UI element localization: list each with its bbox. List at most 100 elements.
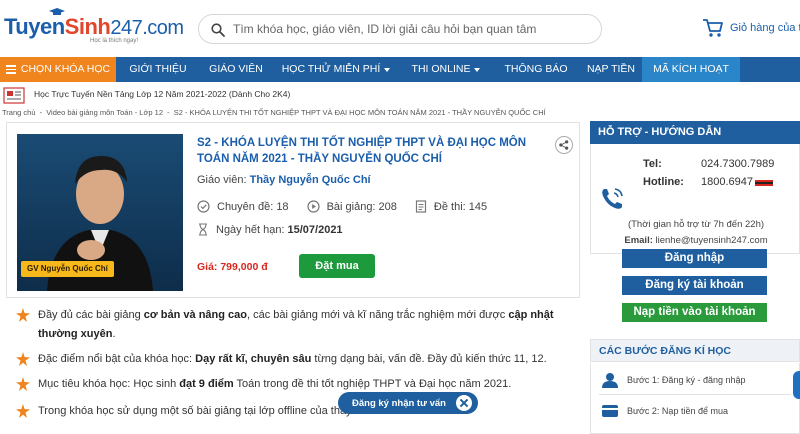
newspaper-icon — [3, 87, 25, 104]
payment-card-icon — [602, 405, 618, 417]
orange-star-icon — [16, 377, 30, 391]
description-item: Đầy đủ các bài giảng cơ bản và nâng cao,… — [14, 306, 582, 346]
desc-bold: cơ bản và nâng cao — [143, 309, 247, 321]
steps-heading: CÁC BƯỚC ĐĂNG KÍ HỌC — [590, 339, 800, 362]
support-heading: HỖ TRỢ - HƯỚNG DẪN — [590, 121, 800, 144]
course-expiry: Ngày hết hạn: 15/07/2021 — [197, 223, 343, 236]
nav-free-trial[interactable]: HỌC THỬ MIỄN PHÍ — [272, 57, 400, 82]
nav-top-up[interactable]: NẠP TIỀN — [580, 57, 642, 82]
divider — [599, 394, 791, 395]
logo-part2: Sinh — [64, 14, 111, 39]
nav-label: CHỌN KHÓA HỌC — [20, 63, 111, 75]
shopping-cart-icon — [703, 19, 723, 37]
tel-value[interactable]: 024.7300.7989 — [701, 158, 774, 170]
search-input[interactable] — [233, 17, 593, 41]
search-icon[interactable] — [211, 23, 225, 37]
nav-notifications[interactable]: THÔNG BÁO — [492, 57, 580, 82]
course-title: S2 - KHÓA LUYỆN THI TỐT NGHIỆP THPT VÀ Đ… — [197, 137, 527, 165]
desc-text: từng dạng bài, vấn đề. Đầy đủ kiến thức … — [314, 353, 547, 365]
login-button[interactable]: Đăng nhập — [622, 249, 767, 268]
orange-star-icon — [16, 308, 30, 322]
orange-star-icon — [16, 352, 30, 366]
hotline-row: Hotline: 1800.6947 — [643, 176, 773, 188]
user-icon — [602, 373, 618, 388]
hotline-label: Hotline: — [643, 176, 684, 188]
nav-label: HỌC THỬ MIỄN PHÍ — [281, 63, 381, 75]
logo-part3: 247.com — [110, 17, 184, 39]
desc-text: Mục tiêu khóa học: Học sinh — [38, 378, 177, 390]
step-1-label: Bước 1: Đăng ký - đăng nhập — [627, 375, 746, 385]
nav-teachers[interactable]: GIÁO VIÊN — [200, 57, 272, 82]
support-email: Email: lienhe@tuyensinh247.com — [601, 235, 791, 246]
email-value[interactable]: lienhe@tuyensinh247.com — [656, 235, 768, 246]
stat-topics-text: Chuyên đề: 18 — [217, 200, 289, 213]
breadcrumb-home[interactable]: Trang chủ — [2, 108, 36, 117]
nav-choose-course[interactable]: CHỌN KHÓA HỌC — [0, 57, 116, 82]
play-circle-icon — [306, 200, 320, 213]
course-stats: Chuyên đề: 18 Bài giảng: 208 Đề thi: 145 — [197, 200, 505, 213]
stat-lessons: Bài giảng: 208 — [306, 200, 397, 213]
breadcrumb-separator: - — [167, 108, 170, 117]
top-up-button[interactable]: Nạp tiền vào tài khoản — [622, 303, 767, 322]
nav-online-exam[interactable]: THI ONLINE — [400, 57, 492, 82]
consult-signup-button[interactable]: Đăng ký nhận tư vấn — [338, 392, 478, 414]
course-description: Đầy đủ các bài giảng cơ bản và nâng cao,… — [14, 306, 582, 425]
hourglass-icon — [199, 223, 207, 236]
steps-box: Bước 1: Đăng ký - đăng nhập Bước 2: Nạp … — [590, 363, 800, 434]
desc-bold: Dạy rất kĩ, chuyên sâu — [195, 353, 312, 365]
photo-teacher-label: GV Nguyễn Quốc Chí — [21, 261, 114, 277]
program-banner[interactable]: Học Trực Tuyến Nền Tảng Lớp 12 Năm 2021-… — [0, 84, 800, 106]
teacher-name-link[interactable]: Thầy Nguyễn Quốc Chí — [250, 174, 371, 186]
logo-part1: Tuyen — [4, 14, 65, 39]
phone-icon — [602, 188, 623, 209]
stat-exams-text: Đề thi: 145 — [433, 200, 488, 213]
nav-label: THÔNG BÁO — [504, 63, 568, 75]
header: TuyenSinh247.com Học là thích ngay! Giỏ … — [0, 0, 800, 56]
nav-activation-code[interactable]: MÃ KÍCH HOẠT — [642, 57, 740, 82]
logo-tagline: Học là thích ngay! — [90, 38, 139, 44]
desc-text: , các bài giảng mới và kĩ năng trắc nghi… — [246, 309, 506, 321]
description-item: Trong khóa học sử dụng một số bài giảng … — [14, 402, 582, 421]
desc-text: . — [112, 328, 116, 340]
buy-button[interactable]: Đặt mua — [299, 254, 375, 278]
stat-lessons-text: Bài giảng: 208 — [326, 200, 397, 213]
orange-star-icon — [16, 404, 30, 418]
desc-text: Đặc điểm nổi bật của khóa học: — [38, 353, 193, 365]
support-hours: (Thời gian hỗ trợ từ 7h đến 22h) — [627, 219, 765, 230]
program-banner-text: Học Trực Tuyến Nền Tảng Lớp 12 Năm 2021-… — [34, 89, 291, 99]
step-2-label: Bước 2: Nạp tiền để mua — [627, 406, 728, 416]
breadcrumb: Trang chủ - Video bài giảng môn Toán - L… — [2, 108, 548, 117]
share-icon[interactable] — [555, 136, 573, 154]
description-item: Mục tiêu khóa học: Học sinh đạt 9 điểm T… — [14, 375, 582, 394]
nav-label: THI ONLINE — [411, 63, 471, 75]
nav-label: GIỚI THIỆU — [129, 63, 187, 75]
menu-icon — [5, 63, 16, 76]
step-1[interactable]: Bước 1: Đăng ký - đăng nhập — [601, 372, 746, 388]
breadcrumb-category[interactable]: Video bài giảng môn Toán - Lớp 12 — [46, 108, 163, 117]
caret-down-icon — [474, 67, 481, 72]
check-circle-icon — [197, 200, 210, 213]
search-bar[interactable] — [198, 14, 602, 44]
side-floating-tab[interactable] — [793, 371, 800, 399]
sidebar: HỖ TRỢ - HƯỚNG DẪN Tel: 024.7300.7989 Ho… — [590, 121, 800, 434]
cart-label: Giỏ hàng của tôi — [730, 22, 800, 34]
desc-bold: đạt 9 điểm — [179, 378, 234, 390]
register-button[interactable]: Đăng ký tài khoản — [622, 276, 767, 295]
site-logo[interactable]: TuyenSinh247.com Học là thích ngay! — [4, 8, 184, 44]
cart-link[interactable]: Giỏ hàng của tôi — [702, 16, 800, 40]
hotline-value[interactable]: 1800.6947 — [701, 176, 753, 188]
step-2[interactable]: Bước 2: Nạp tiền để mua — [601, 403, 728, 419]
description-item: Đặc điểm nổi bật của khóa học: Dạy rất k… — [14, 350, 582, 369]
desc-text: Trong khóa học sử dụng một số bài giảng … — [38, 405, 375, 417]
expiry-date: 15/07/2021 — [287, 223, 343, 236]
course-price: Giá: 799,000 đ — [197, 261, 268, 273]
stat-topics: Chuyên đề: 18 — [197, 200, 289, 213]
expiry-label: Ngày hết hạn: — [216, 223, 285, 236]
nav-about[interactable]: GIỚI THIỆU — [116, 57, 200, 82]
hotline-badge-icon — [755, 180, 773, 186]
tel-row: Tel: 024.7300.7989 — [643, 158, 774, 170]
nav-label: NẠP TIỀN — [586, 63, 636, 75]
consult-label: Đăng ký nhận tư vấn — [352, 397, 446, 409]
teacher-prefix: Giáo viên: — [197, 174, 247, 186]
close-icon[interactable] — [456, 395, 472, 411]
